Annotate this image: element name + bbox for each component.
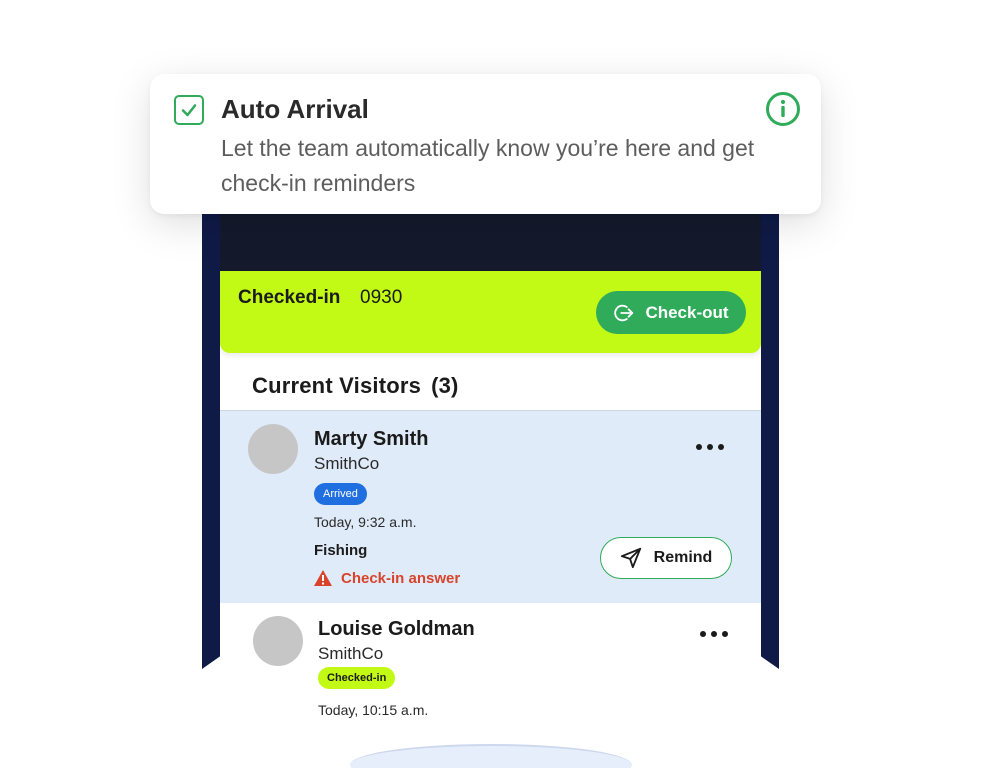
visitor-company: SmithCo (314, 454, 380, 473)
checkin-banner: Checked-in 0930 Check-out (220, 271, 761, 353)
more-dot-icon (707, 444, 713, 450)
visitor-card[interactable]: Marty Smith SmithCo Arrived Today, 9:32 … (220, 410, 761, 603)
visitors-heading: Current Visitors (3) (252, 373, 459, 399)
remind-label: Remind (653, 549, 713, 566)
auto-arrival-description: Let the team automatically know you’re h… (221, 135, 755, 196)
visitor-name: Louise Goldman (318, 618, 475, 640)
alert-text: Check-in answer (341, 569, 461, 587)
avatar (253, 616, 303, 666)
visitor-card[interactable]: Louise Goldman SmithCo Checked-in Today,… (220, 603, 761, 750)
status-badge: Arrived (314, 483, 367, 505)
visitor-name: Marty Smith (314, 428, 429, 450)
checkmark-icon (181, 104, 197, 117)
checkin-label: Checked-in (238, 287, 341, 308)
stage: Checked-in 0930 Check-out Current Visito… (0, 0, 982, 768)
more-dot-icon (711, 631, 717, 637)
avatar (248, 424, 298, 474)
checkin-alert: Check-in answer (313, 569, 460, 587)
status-bar (220, 205, 761, 271)
auto-arrival-card: Auto Arrival Let the team automatically … (150, 74, 821, 214)
checkout-label: Check-out (645, 302, 729, 322)
visitor-company: SmithCo (318, 644, 384, 663)
more-dot-icon (718, 444, 724, 450)
auto-arrival-title: Auto Arrival (221, 94, 369, 124)
warning-icon (314, 570, 332, 586)
visitor-time: Today, 10:15 a.m. (318, 702, 429, 718)
checkin-time: 0930 (360, 287, 403, 308)
more-dot-icon (700, 631, 706, 637)
more-dot-icon (722, 631, 728, 637)
send-icon (620, 547, 641, 569)
logout-icon (614, 304, 634, 321)
more-options-button[interactable] (696, 444, 724, 450)
visitors-title: Current Visitors (252, 373, 422, 398)
visitor-time: Today, 9:32 a.m. (314, 514, 417, 530)
status-badge: Checked-in (318, 667, 396, 689)
visitors-count: (3) (431, 373, 459, 398)
auto-arrival-checkbox[interactable] (174, 95, 204, 125)
phone-screen: Checked-in 0930 Check-out Current Visito… (220, 205, 761, 750)
checkout-button[interactable]: Check-out (596, 291, 746, 334)
info-icon[interactable] (765, 91, 801, 127)
visitor-activity: Fishing (314, 542, 368, 559)
more-dot-icon (696, 444, 702, 450)
remind-button[interactable]: Remind (600, 537, 732, 579)
more-options-button[interactable] (700, 631, 728, 637)
